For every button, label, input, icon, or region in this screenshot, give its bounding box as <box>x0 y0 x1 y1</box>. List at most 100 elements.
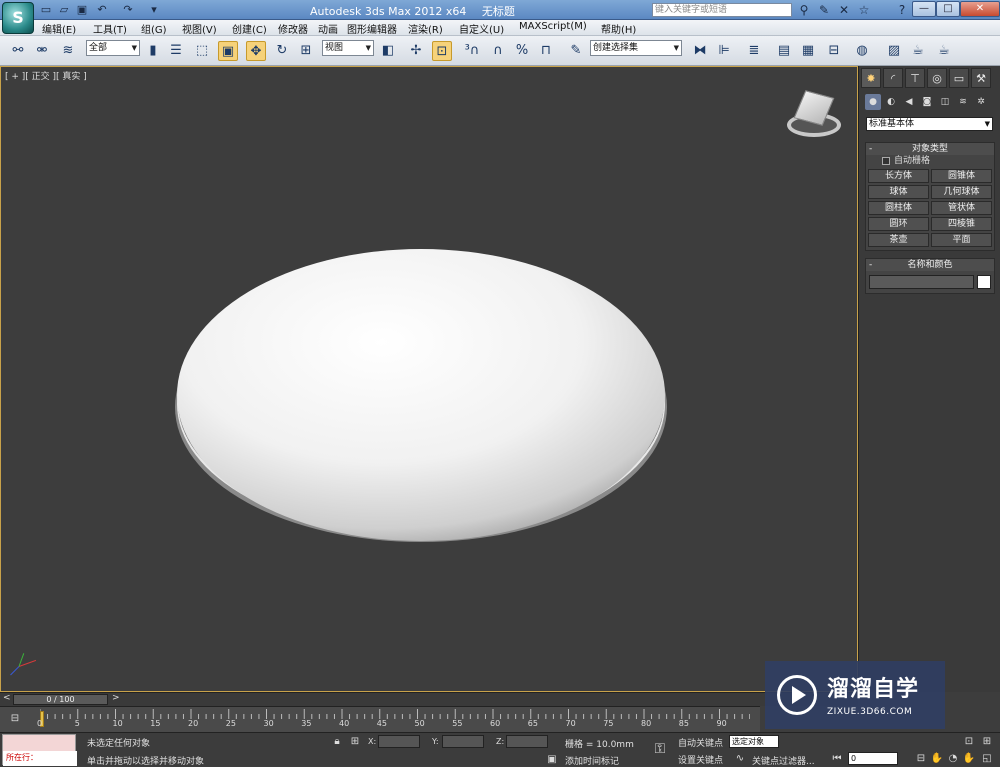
object-name-field[interactable] <box>869 275 974 289</box>
align-icon[interactable]: ⊫ <box>714 41 734 61</box>
percent-snap-icon[interactable]: % <box>512 41 532 61</box>
render-setup-icon[interactable]: ▨ <box>884 41 904 61</box>
menu-group[interactable]: 组(G) <box>141 21 167 36</box>
maximize-button[interactable]: □ <box>936 1 960 17</box>
field-of-view-icon[interactable]: ⊞ <box>980 735 994 749</box>
systems-icon[interactable]: ✲ <box>973 94 989 110</box>
x-coord-field[interactable] <box>378 735 420 748</box>
render-production-icon[interactable]: ☕ <box>934 41 954 61</box>
orbit-icon[interactable]: ◔ <box>946 752 960 766</box>
link-icon[interactable]: ⚯ <box>8 41 28 61</box>
auto-key-button[interactable]: 自动关键点 <box>678 736 723 749</box>
select-object-icon[interactable]: ▮ <box>143 41 163 61</box>
cylinder-button[interactable]: 圆柱体 <box>868 201 929 215</box>
mirror-icon[interactable]: ⧓ <box>690 41 710 61</box>
material-editor-icon[interactable]: ◍ <box>852 41 872 61</box>
menu-help[interactable]: 帮助(H) <box>601 21 636 36</box>
reference-coord-select[interactable]: 视图 <box>322 40 374 56</box>
exchange-icon[interactable]: ✕ <box>836 2 852 18</box>
motion-tab-icon[interactable]: ◎ <box>927 68 947 88</box>
search-input[interactable]: 键入关键字或短语 <box>652 3 792 17</box>
menu-maxscript[interactable]: MAXScript(M) <box>519 21 587 32</box>
quick-access-dropdown-icon[interactable]: ▾ <box>146 2 162 18</box>
perspective-viewport[interactable]: [ + ][ 正交 ][ 真实 ] <box>0 66 858 692</box>
absolute-mode-icon[interactable]: ⊞ <box>348 735 362 749</box>
graphite-tools-icon[interactable]: ▤ <box>774 41 794 61</box>
viewport-label[interactable]: [ + ][ 正交 ][ 真实 ] <box>5 69 87 82</box>
current-frame-field[interactable]: 0 <box>848 752 898 765</box>
menu-views[interactable]: 视图(V) <box>182 21 217 36</box>
select-by-name-icon[interactable]: ☰ <box>166 41 186 61</box>
key-filters-button[interactable]: 关键点过滤器... <box>752 754 815 767</box>
plane-button[interactable]: 平面 <box>931 233 992 247</box>
create-tab-icon[interactable]: ✸ <box>861 68 881 88</box>
menu-animation[interactable]: 动画 <box>318 21 338 36</box>
walk-through-icon[interactable]: ✋ <box>962 752 976 766</box>
add-time-tag[interactable]: 添加时间标记 <box>565 754 619 767</box>
set-key-button[interactable]: 设置关键点 <box>678 753 723 766</box>
select-move-icon[interactable]: ✥ <box>246 41 266 61</box>
layer-manager-icon[interactable]: ≣ <box>744 41 764 61</box>
bind-spacewarp-icon[interactable]: ≋ <box>58 41 78 61</box>
star-icon[interactable]: ☆ <box>856 2 872 18</box>
undo-icon[interactable]: ↶ <box>94 2 110 18</box>
edit-named-selection-icon[interactable]: ✎ <box>566 41 586 61</box>
selection-lock-icon[interactable]: 🔒︎ <box>330 735 344 749</box>
utilities-tab-icon[interactable]: ⚒ <box>971 68 991 88</box>
viewcube[interactable] <box>785 90 843 141</box>
window-crossing-icon[interactable]: ▣ <box>218 41 238 61</box>
select-manipulate-icon[interactable]: ✢ <box>406 41 426 61</box>
object-color-swatch[interactable] <box>977 275 991 289</box>
lights-icon[interactable]: ◀ <box>901 94 917 110</box>
name-color-header[interactable]: - 名称和颜色 <box>866 259 994 271</box>
geosphere-button[interactable]: 几何球体 <box>931 185 992 199</box>
schematic-view-icon[interactable]: ⊟ <box>824 41 844 61</box>
primitive-category-select[interactable]: 标准基本体 <box>866 117 993 131</box>
time-config-icon[interactable]: ⊟ <box>914 752 928 766</box>
shapes-icon[interactable]: ◐ <box>883 94 899 110</box>
rendered-frame-icon[interactable]: ☕ <box>908 41 928 61</box>
spacewarps-icon[interactable]: ≋ <box>955 94 971 110</box>
save-icon[interactable]: ▣ <box>74 2 90 18</box>
menu-edit[interactable]: 编辑(E) <box>42 21 76 36</box>
maximize-viewport-icon[interactable]: ◱ <box>980 752 994 766</box>
open-file-icon[interactable]: ▱ <box>56 2 72 18</box>
object-type-header[interactable]: - 对象类型 <box>866 143 994 155</box>
keyboard-shortcut-icon[interactable]: ⊡ <box>432 41 452 61</box>
time-next-icon[interactable]: > <box>112 693 120 703</box>
track-bar[interactable]: ⊟ 0 5 10 15 20 25 30 35 40 45 50 55 60 65 70 75 80 85 90 <box>0 706 760 732</box>
menu-create[interactable]: 创建(C) <box>232 21 267 36</box>
autogrid-checkbox-box[interactable] <box>882 157 890 165</box>
wrench-icon[interactable]: ✎ <box>816 2 832 18</box>
selection-filter-select[interactable]: 全部 <box>86 40 140 56</box>
autogrid-checkbox[interactable]: 自动栅格 <box>866 155 994 167</box>
curve-editor-icon[interactable]: ▦ <box>798 41 818 61</box>
set-key-icon[interactable]: ⚿ <box>650 742 670 756</box>
close-button[interactable]: ✕ <box>960 1 1000 17</box>
redo-icon[interactable]: ↷ <box>120 2 136 18</box>
snaps-toggle-icon[interactable]: ³∩ <box>462 41 482 61</box>
menu-graph-editors[interactable]: 图形编辑器 <box>347 21 397 36</box>
pan-icon[interactable]: ✋ <box>930 752 944 766</box>
unlink-icon[interactable]: ⚮ <box>32 41 52 61</box>
sphere-button[interactable]: 球体 <box>868 185 929 199</box>
time-tag-icon[interactable]: ▣ <box>545 753 559 767</box>
rollout-collapse-icon[interactable]: - <box>869 143 872 155</box>
rect-selection-icon[interactable]: ⬚ <box>192 41 212 61</box>
key-mode-select[interactable]: 选定对象 <box>729 735 779 748</box>
maxscript-listener[interactable]: 所在行： <box>2 734 77 766</box>
box-button[interactable]: 长方体 <box>868 169 929 183</box>
time-slider[interactable]: 0 / 100 <box>13 694 108 705</box>
app-logo[interactable]: S <box>2 2 34 34</box>
select-scale-icon[interactable]: ⊞ <box>296 41 316 61</box>
key-filter-icon[interactable]: ∿ <box>733 752 747 766</box>
modify-tab-icon[interactable]: ◜ <box>883 68 903 88</box>
hierarchy-tab-icon[interactable]: ⊤ <box>905 68 925 88</box>
mini-curve-editor-icon[interactable]: ⊟ <box>8 712 22 726</box>
z-coord-field[interactable] <box>506 735 548 748</box>
helpers-icon[interactable]: ◫ <box>937 94 953 110</box>
go-to-start-icon[interactable]: ⏮ <box>830 752 844 766</box>
angle-snap-icon[interactable]: ∩ <box>488 41 508 61</box>
chamfer-cylinder-object[interactable] <box>171 242 681 552</box>
time-prev-icon[interactable]: < <box>3 693 11 703</box>
